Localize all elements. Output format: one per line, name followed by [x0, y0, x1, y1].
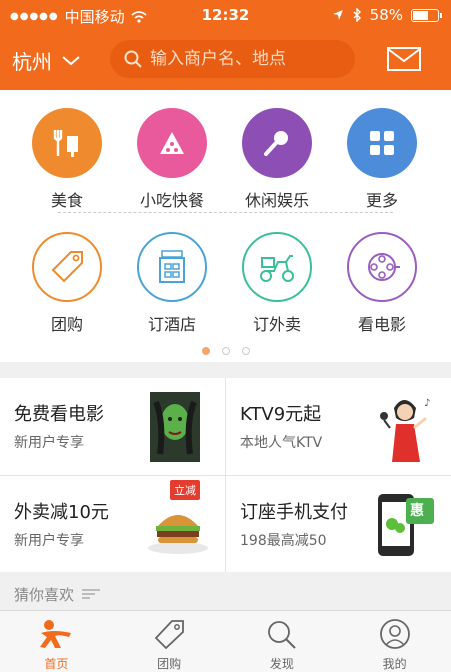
- benefit-badge: 惠: [410, 503, 424, 519]
- category-label: 团购: [50, 315, 83, 334]
- promo-mobile-pay[interactable]: 订座手机支付 198最高减50 惠: [226, 476, 451, 573]
- header: ●●●●● 中国移动 12:32 58% 杭州: [0, 0, 451, 90]
- chevron-down-icon: [62, 55, 80, 65]
- page-dot[interactable]: [221, 347, 230, 355]
- tab-mine[interactable]: 我的: [338, 611, 451, 672]
- tag-icon: [32, 232, 102, 302]
- category-group-buy[interactable]: 团购: [17, 232, 117, 335]
- bluetooth-icon: [353, 8, 361, 22]
- tab-home[interactable]: 首页: [0, 611, 113, 672]
- search-icon: [124, 50, 142, 68]
- category-label: 订酒店: [147, 315, 196, 334]
- category-label: 订外卖: [252, 315, 301, 334]
- category-label: 休闲娱乐: [244, 191, 309, 210]
- guess-label: 猜你喜欢: [14, 585, 75, 604]
- battery-percent: 58%: [369, 6, 403, 24]
- burger-image: [148, 515, 208, 554]
- search-icon: [267, 621, 296, 649]
- category-hotel[interactable]: 订酒店: [122, 232, 222, 335]
- location-arrow-icon: [332, 10, 343, 20]
- search-input[interactable]: [150, 49, 340, 69]
- microphone-icon: [242, 108, 312, 178]
- promo-subtitle: 本地人气KTV: [240, 435, 323, 451]
- filter-lines-icon: [82, 589, 101, 599]
- category-snack[interactable]: 小吃快餐: [122, 108, 222, 211]
- tab-label: 团购: [157, 657, 182, 671]
- singer-image: ♪: [380, 398, 430, 462]
- promo-title: 订座手机支付: [240, 502, 348, 523]
- city-selector[interactable]: 杭州: [12, 46, 80, 75]
- promo-subtitle: 198最高减50: [240, 533, 327, 549]
- category-movie[interactable]: 看电影: [332, 232, 432, 335]
- tab-discover[interactable]: 发现: [226, 611, 339, 672]
- phone-pay-image: [378, 494, 434, 556]
- promo-subtitle: 新用户专享: [14, 435, 84, 451]
- category-label: 美食: [50, 191, 83, 210]
- category-divider: [58, 212, 393, 213]
- category-food[interactable]: 美食: [17, 108, 117, 211]
- movie-poster-image: [150, 392, 200, 462]
- tab-label: 首页: [44, 657, 69, 671]
- promo-title: 免费看电影: [14, 404, 104, 425]
- discount-badge: 立减: [170, 480, 200, 500]
- tab-group-buy[interactable]: 团购: [113, 611, 226, 672]
- hotel-icon: [137, 232, 207, 302]
- promo-grid: 免费看电影 新用户专享 KTV9元起 本地人气KTV ♪ 外卖减10元 新用户专…: [0, 378, 451, 572]
- battery-icon: [411, 8, 442, 22]
- category-panel: 美食 小吃快餐 休闲娱乐 更多 团购 订酒店 订外卖 看电影: [0, 90, 451, 362]
- svg-text:♪: ♪: [424, 398, 430, 409]
- promo-subtitle: 新用户专享: [14, 533, 84, 549]
- pizza-icon: [137, 108, 207, 178]
- category-label: 小吃快餐: [139, 191, 204, 210]
- battery-fill: [413, 10, 429, 20]
- category-leisure[interactable]: 休闲娱乐: [227, 108, 327, 211]
- category-takeout[interactable]: 订外卖: [227, 232, 327, 335]
- grid-icon: [347, 108, 417, 178]
- promo-ktv[interactable]: KTV9元起 本地人气KTV ♪: [226, 378, 451, 475]
- promo-title: KTV9元起: [240, 404, 322, 425]
- category-label: 更多: [365, 191, 398, 210]
- page-dot-active[interactable]: [201, 347, 210, 355]
- page-indicator: [0, 347, 451, 355]
- city-label: 杭州: [12, 50, 52, 74]
- promo-title: 外卖减10元: [14, 502, 109, 523]
- scooter-icon: [242, 232, 312, 302]
- home-person-icon: [40, 620, 72, 648]
- user-icon: [379, 619, 410, 649]
- tab-label: 发现: [269, 657, 294, 671]
- search-bar[interactable]: [110, 40, 355, 78]
- category-more[interactable]: 更多: [332, 108, 432, 211]
- guess-you-like-header: 猜你喜欢: [0, 578, 451, 610]
- page-dot[interactable]: [241, 347, 250, 355]
- status-bar: ●●●●● 中国移动 12:32 58%: [0, 0, 451, 30]
- film-reel-icon: [347, 232, 417, 302]
- promo-takeout-discount[interactable]: 外卖减10元 新用户专享 立减: [0, 476, 225, 573]
- promo-free-movie[interactable]: 免费看电影 新用户专享: [0, 378, 225, 475]
- category-label: 看电影: [357, 315, 406, 334]
- tab-label: 我的: [382, 657, 407, 671]
- tab-bar: 首页 团购 发现 我的: [0, 610, 451, 672]
- tag-icon: [154, 620, 185, 649]
- food-icon: [32, 108, 102, 178]
- mail-icon[interactable]: [386, 44, 422, 74]
